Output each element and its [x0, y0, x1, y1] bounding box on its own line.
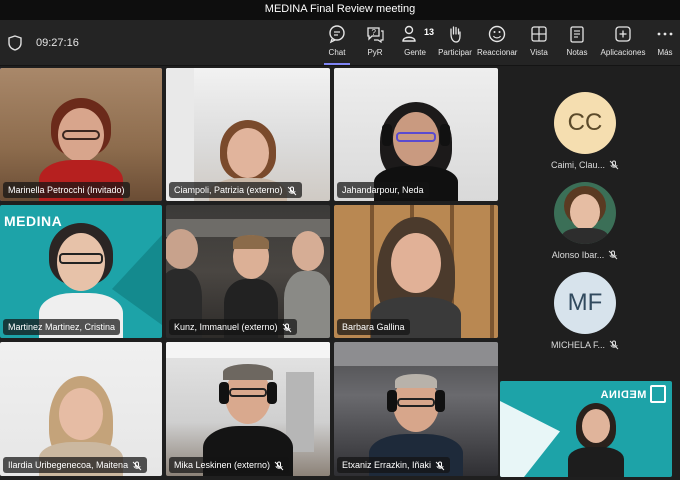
- video-tile-marinella[interactable]: Marinella Petrocchi (Invitado): [0, 68, 162, 201]
- meeting-timer: 09:27:16: [36, 37, 79, 49]
- self-view-tile[interactable]: MEDINA: [500, 381, 672, 477]
- chat-button[interactable]: Chat: [322, 24, 352, 65]
- participant-name: Martinez Martinez, Cristina: [8, 322, 116, 332]
- sidebar-participant-label: Alonso Ibar...: [510, 250, 660, 260]
- medina-logo: MEDINA: [599, 389, 646, 401]
- more-button[interactable]: Más: [654, 24, 676, 62]
- mic-off-icon: [435, 460, 445, 471]
- qa-label: PyR: [367, 48, 383, 57]
- qa-button[interactable]: ? PyR: [360, 24, 390, 62]
- react-label: Reaccionar: [477, 48, 518, 57]
- mic-off-icon: [132, 460, 142, 471]
- react-icon: [477, 24, 517, 44]
- participant-nametag: Ilardia Uribegenecoa, Maitena: [3, 457, 148, 473]
- chat-icon: [322, 24, 352, 44]
- avatar-initials: MF: [567, 289, 603, 316]
- participant-nametag: Martinez Martinez, Cristina: [3, 319, 121, 335]
- apps-icon: [600, 24, 646, 44]
- mic-off-icon: [282, 322, 292, 333]
- raise-hand-label: Participar: [438, 48, 472, 57]
- mic-off-icon: [608, 250, 618, 260]
- more-label: Más: [657, 48, 673, 57]
- participant-name: Alonso Ibar...: [551, 250, 605, 260]
- participant-nametag: Etxaniz Errazkin, Iñaki: [337, 457, 451, 473]
- sidebar-participant-michela[interactable]: MF MICHELA F...: [510, 272, 660, 350]
- avatar: CC: [554, 92, 616, 154]
- qa-icon: ?: [360, 24, 390, 44]
- avatar-initials: CC: [567, 109, 603, 136]
- mic-off-icon: [287, 185, 297, 196]
- participant-name: Ciampoli, Patrizia (externo): [174, 185, 283, 195]
- participant-name: Kunz, Immanuel (externo): [174, 322, 278, 332]
- raise-hand-button[interactable]: Participar: [438, 24, 472, 62]
- sidebar-participant-caimi[interactable]: CC Caimi, Clau...: [510, 92, 660, 170]
- shield-icon[interactable]: [8, 35, 22, 51]
- notes-icon: [564, 24, 590, 44]
- sidebar-participant-label: Caimi, Clau...: [510, 160, 660, 170]
- participant-nametag: Ciampoli, Patrizia (externo): [169, 182, 302, 198]
- raise-hand-icon: [438, 24, 472, 44]
- sidebar-participant-label: MICHELA F...: [510, 340, 660, 350]
- notes-label: Notas: [566, 48, 588, 57]
- participant-name: Mika Leskinen (externo): [174, 460, 271, 470]
- video-tile-gallina[interactable]: Barbara Gallina: [334, 205, 498, 338]
- participant-nametag: Jahandarpour, Neda: [337, 182, 429, 198]
- people-label: Gente: [404, 48, 426, 57]
- sidebar-participant-alonso[interactable]: Alonso Ibar...: [510, 182, 660, 260]
- people-button[interactable]: 13 Gente: [398, 24, 434, 62]
- video-tile-etxaniz[interactable]: Etxaniz Errazkin, Iñaki: [334, 342, 498, 476]
- participant-name: MICHELA F...: [550, 340, 605, 350]
- react-button[interactable]: Reaccionar: [477, 24, 517, 62]
- avatar: MF: [554, 272, 616, 334]
- participant-nametag: Barbara Gallina: [337, 319, 410, 335]
- more-icon: [654, 24, 676, 44]
- video-tile-ciampoli[interactable]: Ciampoli, Patrizia (externo): [166, 68, 330, 201]
- video-tile-jahandarpour[interactable]: Jahandarpour, Neda: [334, 68, 498, 201]
- participant-name: Etxaniz Errazkin, Iñaki: [342, 460, 432, 470]
- video-tile-kunz[interactable]: Kunz, Immanuel (externo): [166, 205, 330, 338]
- meeting-toolbar: 09:27:16 Chat ? PyR 13 Gente Participar …: [0, 20, 680, 66]
- participant-nametag: Kunz, Immanuel (externo): [169, 319, 297, 335]
- participant-name: Ilardia Uribegenecoa, Maitena: [8, 460, 129, 470]
- video-tile-ilardia[interactable]: Ilardia Uribegenecoa, Maitena: [0, 342, 162, 476]
- people-count: 13: [423, 27, 434, 37]
- participant-name: Marinella Petrocchi (Invitado): [8, 185, 125, 195]
- view-icon: [526, 24, 552, 44]
- meeting-title: MEDINA Final Review meeting: [264, 3, 416, 15]
- mic-off-icon: [609, 340, 619, 350]
- apps-label: Aplicaciones: [600, 48, 646, 57]
- notes-button[interactable]: Notas: [564, 24, 590, 62]
- view-button[interactable]: Vista: [526, 24, 552, 62]
- people-icon: 13: [398, 24, 434, 44]
- participant-nametag: Mika Leskinen (externo): [169, 457, 290, 473]
- apps-button[interactable]: Aplicaciones: [600, 24, 646, 62]
- video-stage: Marinella Petrocchi (Invitado) Ciampoli,…: [0, 66, 680, 480]
- participant-name: Jahandarpour, Neda: [342, 185, 424, 195]
- svg-text:?: ?: [372, 28, 377, 37]
- avatar: [554, 182, 616, 244]
- mic-off-icon: [609, 160, 619, 170]
- chat-label: Chat: [328, 48, 346, 57]
- participant-name: Barbara Gallina: [342, 322, 405, 332]
- participant-name: Caimi, Clau...: [550, 160, 605, 170]
- title-bar: MEDINA Final Review meeting: [0, 0, 680, 20]
- view-label: Vista: [530, 48, 548, 57]
- video-tile-leskinen[interactable]: Mika Leskinen (externo): [166, 342, 330, 476]
- participant-nametag: Marinella Petrocchi (Invitado): [3, 182, 130, 198]
- participant-video: [566, 403, 626, 477]
- video-tile-martinez[interactable]: MEDINA Martinez Martinez, Cristina: [0, 205, 162, 338]
- mic-off-icon: [274, 460, 284, 471]
